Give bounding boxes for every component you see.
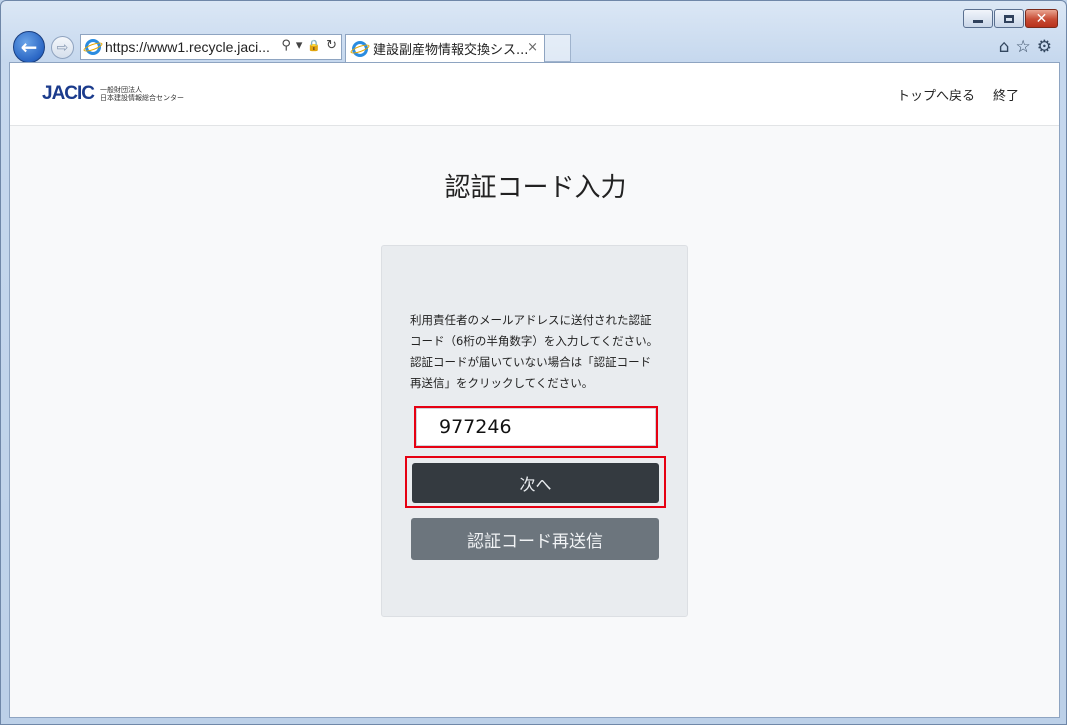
address-text: https://www1.recycle.jaci... — [105, 39, 270, 55]
next-button[interactable]: 次へ — [412, 463, 659, 503]
close-window-button[interactable]: ✕ — [1025, 9, 1058, 28]
lock-icon[interactable]: 🔒 — [307, 39, 321, 52]
logo-line-2: 日本建設情報総合センター — [100, 94, 185, 102]
gear-icon[interactable]: ⚙ — [1037, 37, 1052, 57]
arrow-right-icon: ⇨ — [56, 39, 69, 56]
ie-page-icon — [85, 39, 101, 55]
ie-tab-icon — [352, 40, 368, 57]
address-bar[interactable]: https://www1.recycle.jaci... ⚲ ▾ 🔒 ↻ — [80, 34, 342, 60]
window-caption-buttons: ✕ — [963, 9, 1058, 28]
back-button[interactable]: ← — [13, 31, 45, 63]
new-tab-button[interactable] — [545, 34, 571, 62]
site-header: JACIC 一般財団法人 日本建設情報総合センター トップへ戻る 終了 — [10, 63, 1059, 126]
back-to-top-link[interactable]: トップへ戻る — [897, 85, 975, 104]
page-title: 認証コード入力 — [444, 173, 627, 203]
jacic-logo[interactable]: JACIC 一般財団法人 日本建設情報総合センター — [42, 83, 184, 105]
instructions-text: 利用責任者のメールアドレスに送付された認証コード（6桁の半角数字）を入力してくだ… — [410, 313, 659, 390]
next-button-highlight: 次へ — [405, 456, 666, 508]
minimize-button[interactable] — [963, 9, 993, 28]
arrow-left-icon: ← — [20, 35, 38, 59]
auth-code-card: 利用責任者のメールアドレスに送付された認証コード（6桁の半角数字）を入力してくだ… — [381, 245, 688, 617]
browser-window: ✕ ← ⇨ https://www1.recycle.jaci... ⚲ ▾ 🔒… — [0, 0, 1067, 725]
minimize-icon — [973, 20, 983, 23]
home-icon[interactable]: ⌂ — [999, 37, 1010, 57]
chevron-down-icon[interactable]: ▾ — [296, 38, 303, 53]
logo-mark: JACIC — [42, 83, 95, 104]
maximize-icon — [1004, 14, 1014, 23]
code-input-highlight — [414, 406, 658, 448]
tab-title: 建設副産物情報交換シス... — [373, 43, 529, 58]
favorites-star-icon[interactable]: ☆ — [1016, 37, 1031, 57]
search-icon[interactable]: ⚲ — [281, 38, 291, 53]
header-nav: トップへ戻る 終了 — [897, 85, 1019, 104]
page-viewport: JACIC 一般財団法人 日本建設情報総合センター トップへ戻る 終了 認証コー… — [9, 62, 1060, 718]
maximize-button[interactable] — [994, 9, 1024, 28]
browser-tools: ⌂ ☆ ⚙ — [999, 37, 1052, 57]
logo-subtitle: 一般財団法人 日本建設情報総合センター — [100, 86, 184, 102]
close-icon: ✕ — [1035, 10, 1048, 27]
forward-button[interactable]: ⇨ — [51, 36, 74, 59]
refresh-icon[interactable]: ↻ — [326, 38, 337, 53]
tab-close-icon[interactable]: × — [527, 40, 538, 55]
auth-code-input[interactable] — [416, 408, 656, 446]
resend-code-button[interactable]: 認証コード再送信 — [411, 518, 659, 560]
logo-line-1: 一般財団法人 — [100, 86, 143, 94]
exit-link[interactable]: 終了 — [993, 85, 1019, 104]
address-bar-icons: ⚲ ▾ 🔒 ↻ — [281, 38, 337, 53]
tab-active[interactable]: 建設副産物情報交換シス... × — [345, 34, 545, 62]
